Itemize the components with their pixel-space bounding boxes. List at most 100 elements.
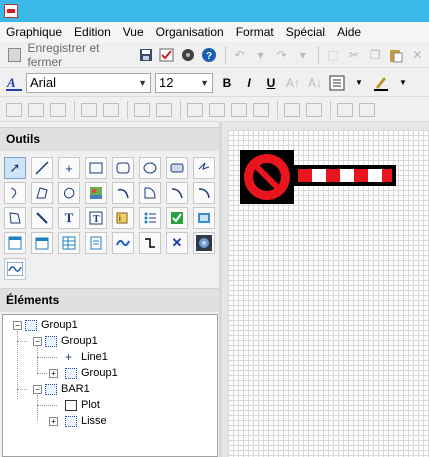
properties-icon[interactable] xyxy=(158,45,177,65)
tree-item-nested-group1[interactable]: Group1 xyxy=(65,367,118,379)
expand-toggle-group1-child[interactable]: − xyxy=(33,337,42,346)
redo-icon[interactable]: ↷ xyxy=(272,45,291,65)
align-middle-icon[interactable] xyxy=(154,100,174,120)
align-top-icon[interactable] xyxy=(132,100,152,120)
menu-graphique[interactable]: Graphique xyxy=(0,25,68,39)
same-size-icon[interactable] xyxy=(282,100,302,120)
help-icon[interactable]: ? xyxy=(200,45,219,65)
trend-icon[interactable] xyxy=(4,258,26,280)
ellipse-icon[interactable] xyxy=(139,157,161,179)
bold-button[interactable]: B xyxy=(217,73,237,93)
tree-item-lisse[interactable]: Lisse xyxy=(65,415,107,427)
redo-dropdown-icon[interactable]: ▾ xyxy=(293,45,312,65)
text-icon[interactable]: T xyxy=(58,207,80,229)
pointer-icon[interactable]: ➚ xyxy=(4,157,26,179)
wave-icon[interactable] xyxy=(112,232,134,254)
font-style-icon[interactable]: A xyxy=(4,73,24,93)
undo-dropdown-icon[interactable]: ▾ xyxy=(251,45,270,65)
svg-text:i: i xyxy=(119,214,121,223)
tree-item-bar1[interactable]: BAR1 xyxy=(45,383,90,395)
line-icon[interactable] xyxy=(31,157,53,179)
x-mark-icon[interactable]: ✕ xyxy=(166,232,188,254)
copy-icon[interactable]: ❐ xyxy=(366,45,385,65)
tree-item-plot[interactable]: Plot xyxy=(65,399,100,411)
rotate-icon[interactable] xyxy=(357,100,377,120)
polyline-icon[interactable] xyxy=(4,207,26,229)
align-left-icon[interactable] xyxy=(79,100,99,120)
italic-button[interactable]: I xyxy=(239,73,259,93)
slider-icon[interactable]: i xyxy=(112,207,134,229)
menu-special[interactable]: Spécial xyxy=(280,25,331,39)
menu-vue[interactable]: Vue xyxy=(117,25,150,39)
save-close-button[interactable]: Enregistrer et fermer xyxy=(4,41,136,69)
curve-icon[interactable] xyxy=(4,182,26,204)
save-icon[interactable] xyxy=(136,45,155,65)
align-icon[interactable] xyxy=(327,73,347,93)
blob-icon[interactable] xyxy=(58,182,80,204)
cross-icon[interactable]: + xyxy=(58,157,80,179)
font-name-combo[interactable]: Arial ▼ xyxy=(26,72,151,93)
arc-icon[interactable] xyxy=(112,182,134,204)
polygon-icon[interactable] xyxy=(31,182,53,204)
image-icon[interactable] xyxy=(85,182,107,204)
bring-front-icon[interactable] xyxy=(304,100,324,120)
media-icon[interactable] xyxy=(193,232,215,254)
pie-icon[interactable] xyxy=(166,182,188,204)
menu-format[interactable]: Format xyxy=(230,25,280,39)
expand-toggle-group1[interactable]: − xyxy=(13,321,22,330)
cut-icon[interactable]: ✂ xyxy=(344,45,363,65)
ungroup-icon[interactable] xyxy=(26,100,46,120)
shrink-font-icon[interactable]: A↓ xyxy=(305,73,325,93)
send-back-icon[interactable] xyxy=(335,100,355,120)
line-color-icon[interactable] xyxy=(371,73,391,93)
diagonal-icon[interactable] xyxy=(31,207,53,229)
tree-item-line1[interactable]: + Line1 xyxy=(65,351,108,364)
align-dropdown-icon[interactable]: ▼ xyxy=(349,73,369,93)
chord-icon[interactable] xyxy=(139,182,161,204)
select-icon[interactable]: ⬚ xyxy=(323,45,342,65)
calendar-icon[interactable] xyxy=(31,232,53,254)
bezier-icon[interactable] xyxy=(193,182,215,204)
drawing-canvas[interactable] xyxy=(228,130,429,457)
button-icon[interactable] xyxy=(166,157,188,179)
same-height-icon[interactable] xyxy=(251,100,271,120)
undo-icon[interactable]: ↶ xyxy=(230,45,249,65)
expand-toggle-bar1[interactable]: − xyxy=(33,385,42,394)
menu-aide[interactable]: Aide xyxy=(331,25,367,39)
grow-font-icon[interactable]: A↑ xyxy=(283,73,303,93)
standard-toolbar: Enregistrer et fermer ? ↶ ▾ ↷ ▾ ⬚ ✂ ❐ ✕ xyxy=(0,41,429,69)
expand-toggle-nested-group1[interactable]: + xyxy=(49,369,58,378)
group-icon xyxy=(65,415,77,427)
separator xyxy=(127,100,128,119)
distribute-h-icon[interactable] xyxy=(185,100,205,120)
menu-organisation[interactable]: Organisation xyxy=(150,25,230,39)
font-size-combo[interactable]: 12 ▼ xyxy=(155,72,213,93)
group-icon[interactable] xyxy=(4,100,24,120)
align-center-icon[interactable] xyxy=(101,100,121,120)
checkbox-icon[interactable] xyxy=(166,207,188,229)
distribute-v-icon[interactable] xyxy=(207,100,227,120)
list-icon[interactable] xyxy=(139,207,161,229)
window-icon[interactable] xyxy=(4,232,26,254)
paste-icon[interactable] xyxy=(387,45,406,65)
table-icon[interactable] xyxy=(58,232,80,254)
step-line-icon[interactable] xyxy=(139,232,161,254)
rounded-rect-icon[interactable] xyxy=(112,157,134,179)
rectangle-icon[interactable] xyxy=(85,157,107,179)
tree-connector xyxy=(37,345,38,373)
underline-button[interactable]: U xyxy=(261,73,281,93)
tree-item-group1-child[interactable]: Group1 xyxy=(45,335,98,347)
delete-icon[interactable]: ✕ xyxy=(408,45,427,65)
color-dropdown-icon[interactable]: ▼ xyxy=(393,73,413,93)
regroup-icon[interactable] xyxy=(48,100,68,120)
stamp-icon[interactable] xyxy=(193,207,215,229)
record-icon[interactable] xyxy=(179,45,198,65)
barrier-graphic[interactable] xyxy=(240,150,400,210)
text-box-icon[interactable]: T xyxy=(85,207,107,229)
form-icon[interactable] xyxy=(85,232,107,254)
tree-item-group1[interactable]: Group1 xyxy=(25,319,78,331)
zigzag-icon[interactable] xyxy=(193,157,215,179)
same-width-icon[interactable] xyxy=(229,100,249,120)
menu-edition[interactable]: Edition xyxy=(68,25,117,39)
expand-toggle-lisse[interactable]: + xyxy=(49,417,58,426)
